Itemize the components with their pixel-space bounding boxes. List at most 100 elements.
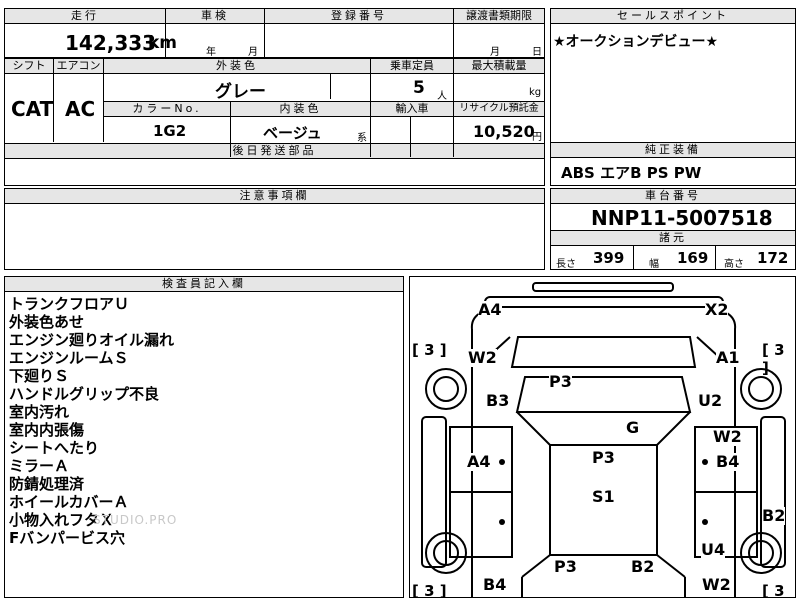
recycle-unit: 円 <box>532 132 542 143</box>
notes-box: 注意事項欄 <box>4 188 545 270</box>
damage-label: W2 <box>468 348 497 367</box>
exterior-label: 外装色 <box>104 59 370 73</box>
ac-label: エアコン <box>54 59 103 73</box>
inspector-note-line: シートへたり <box>9 439 100 457</box>
dims-label: 諸元 <box>551 231 795 245</box>
watermark: STUDIO.PRO <box>93 513 178 527</box>
shift-value: CAT <box>11 97 54 121</box>
chassis-box: 車台番号 NNP11-5007518 諸元 長さ 399 幅 169 高さ 17… <box>550 188 796 270</box>
damage-label: B3 <box>486 391 510 410</box>
inspector-note-line: エンジンルームＳ <box>9 349 129 367</box>
front-left-wheel <box>425 368 467 410</box>
recycle-value: 10,520 <box>473 122 535 141</box>
inspection-box: 車検 年 月 <box>165 8 265 58</box>
front-bumper <box>484 296 724 308</box>
chassis-label: 車台番号 <box>551 189 795 204</box>
load-unit: kg <box>529 87 542 98</box>
transfer-day-unit: 日 <box>532 47 542 58</box>
damage-label: A4 <box>478 300 502 319</box>
damage-label: S1 <box>592 487 615 506</box>
length-value: 399 <box>593 249 625 267</box>
hood <box>510 336 697 368</box>
import-label: 輸入車 <box>371 102 453 116</box>
damage-label: U2 <box>698 391 723 410</box>
transfer-box: 譲渡書類期限 月 日 <box>453 8 545 58</box>
damage-label: W2 <box>713 427 742 446</box>
damage-label: B2 <box>631 557 655 576</box>
count-front-right: [ 3 ] <box>762 341 785 377</box>
front-bumper-bar <box>532 282 674 292</box>
equipment-label: 純正装備 <box>551 143 795 158</box>
color-no-value: 1G2 <box>153 122 187 140</box>
inspector-note-line: 室内内張傷 <box>9 421 85 439</box>
height-value: 172 <box>757 249 789 267</box>
sales-point-label: セールスポイント <box>551 9 795 24</box>
color-no-label: カラーNo. <box>104 102 230 116</box>
right-rocker <box>760 416 786 568</box>
notes-label: 注意事項欄 <box>5 189 544 204</box>
inspector-note-line: Fバンパービス穴 <box>9 529 125 547</box>
length-label: 長さ <box>556 259 576 270</box>
inspector-note-line: ミラーＡ <box>9 457 70 475</box>
width-value: 169 <box>677 249 709 267</box>
inspection-label: 車検 <box>166 9 264 24</box>
damage-label: B4 <box>716 452 740 471</box>
capacity-value: 5 <box>413 78 425 98</box>
capacity-label: 乗車定員 <box>371 59 453 73</box>
damage-label: W2 <box>702 575 731 594</box>
inspection-year-unit: 年 <box>206 47 216 58</box>
count-rear-left: [ 3 ] <box>412 582 447 598</box>
damage-label: P3 <box>554 557 577 576</box>
shift-label: シフト <box>5 59 53 73</box>
capacity-unit: 人 <box>437 91 447 102</box>
damage-label: B4 <box>483 575 507 594</box>
damage-label: U4 <box>701 540 726 559</box>
later-parts-label: 後日発送部品 <box>5 144 544 158</box>
inspector-note-line: 下廻りＳ <box>9 367 70 385</box>
inspector-notes-list: トランクフロアＵ 外装色あせ エンジン廻りオイル漏れ エンジンルームＳ 下廻りＳ ハンドル… <box>9 295 174 547</box>
recycle-label: リサイクル預託金 <box>454 102 544 116</box>
interior-value: ベージュ <box>263 124 322 142</box>
car-diagram: [ 3 ] [ 3 ] [ 3 ] [ 3 ] A4 X2 W2 A1 P3 B… <box>409 276 796 598</box>
transfer-label: 譲渡書類期限 <box>454 9 544 24</box>
inspector-note-line: ハンドルグリップ不良 <box>9 385 160 403</box>
damage-label: A1 <box>716 348 740 367</box>
rear-panel <box>521 577 686 597</box>
height-label: 高さ <box>724 259 744 270</box>
interior-label: 内装色 <box>231 102 370 116</box>
mirrors <box>487 336 720 358</box>
left-rocker <box>421 416 447 568</box>
inspector-note-line: 防錆処理済 <box>9 475 85 493</box>
inspector-note-line: エンジン廻りオイル漏れ <box>9 331 175 349</box>
count-rear-right: [ 3 ] <box>762 582 785 598</box>
inspector-note-line: 室内汚れ <box>9 403 70 421</box>
inspector-note-line: トランクフロアＵ <box>9 295 130 313</box>
transfer-month-unit: 月 <box>490 47 500 58</box>
mileage-label: 走行 <box>5 9 165 24</box>
c-pillar <box>521 554 686 578</box>
load-label: 最大積載量 <box>454 59 544 73</box>
damage-label: P3 <box>592 448 615 467</box>
ac-value: AC <box>65 97 96 121</box>
width-label: 幅 <box>649 259 659 270</box>
inspector-note-line: ホイールカバーＡ <box>9 493 129 511</box>
registration-label: 登録番号 <box>265 9 453 24</box>
damage-label: A4 <box>467 452 491 471</box>
exterior-value: グレー <box>215 82 266 102</box>
interior-suffix: 系 <box>357 133 367 144</box>
mileage-box: 走行 142,333 km <box>4 8 177 58</box>
a-pillar <box>516 411 691 446</box>
inspector-label: 検査員記入欄 <box>5 277 403 292</box>
sales-point-text: ★オークションデビュー★ <box>553 34 719 50</box>
damage-label: G <box>626 418 640 437</box>
damage-label: B2 <box>762 506 786 525</box>
inspector-box: 検査員記入欄 トランクフロアＵ 外装色あせ エンジン廻りオイル漏れ エンジンルームＳ 下… <box>4 276 404 598</box>
registration-box: 登録番号 <box>264 8 454 58</box>
windshield-area <box>515 376 692 413</box>
damage-label: P3 <box>549 372 572 391</box>
sales-point-box: セールスポイント ★オークションデビュー★ <box>550 8 796 143</box>
equipment-value: ABS エアB PS PW <box>561 164 702 182</box>
mileage-value: 142,333 <box>65 31 157 55</box>
damage-label: X2 <box>705 300 729 319</box>
inspector-note-line: 外装色あせ <box>9 313 85 331</box>
